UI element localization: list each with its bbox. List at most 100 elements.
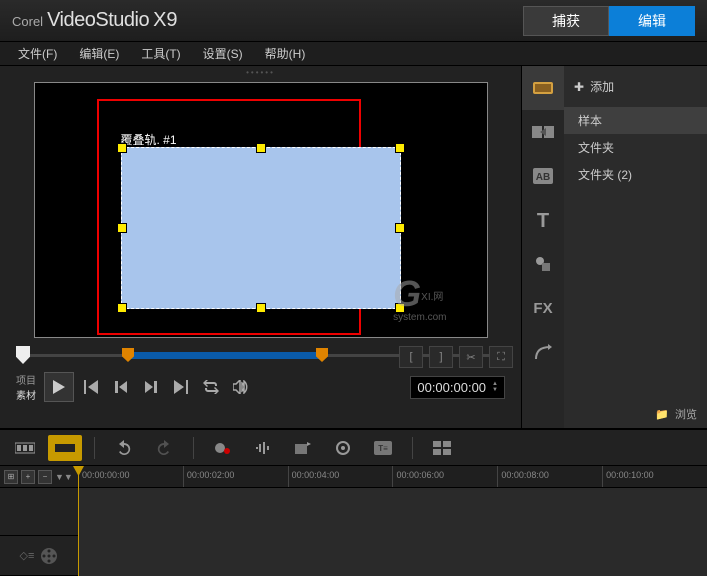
ruler-ticks: 00:00:00:00 00:00:02:00 00:00:04:00 00:0… xyxy=(78,466,707,487)
tab-edit[interactable]: 编辑 xyxy=(609,6,695,36)
next-frame-button[interactable] xyxy=(138,374,164,400)
browse-label: 浏览 xyxy=(675,406,697,422)
chevron-down-icon[interactable]: ▼▼ xyxy=(55,472,73,482)
timeline-view-button[interactable] xyxy=(48,435,82,461)
film-reel-icon xyxy=(40,547,58,565)
timecode-display[interactable]: 00:00:00:00 ▲ ▼ xyxy=(410,376,505,399)
motion-track-button[interactable] xyxy=(326,435,360,461)
main-area: •••••• 覆叠轨. #1 GXI.网system.com xyxy=(0,66,707,428)
scrub-thumb[interactable] xyxy=(16,346,30,364)
timecode-value: 00:00:00:00 xyxy=(417,380,486,395)
prev-frame-button[interactable] xyxy=(108,374,134,400)
expand-button[interactable]: ⛶ xyxy=(489,346,513,368)
ruler-head: ⊞ + − ▼▼ xyxy=(0,466,78,487)
category-title-icon[interactable]: AB xyxy=(522,154,564,198)
resize-handle-ne[interactable] xyxy=(395,143,405,153)
menubar: 文件(F) 编辑(E) 工具(T) 设置(S) 帮助(H) xyxy=(0,42,707,66)
track-toggle-icon[interactable]: ◇≡ xyxy=(20,549,35,562)
transport-bar: 项目 素材 00: xyxy=(8,368,513,406)
resize-handle-e[interactable] xyxy=(395,223,405,233)
mark-out-button[interactable]: ] xyxy=(429,346,453,368)
resize-handle-sw[interactable] xyxy=(117,303,127,313)
preview-pane: •••••• 覆叠轨. #1 GXI.网system.com xyxy=(0,66,521,428)
timeline-area: T≡ ⊞ + − ▼▼ 00:00:00:00 00:00:02:00 00:0… xyxy=(0,428,707,574)
record-button[interactable] xyxy=(206,435,240,461)
redo-button[interactable] xyxy=(147,435,181,461)
timecode-down[interactable]: ▼ xyxy=(492,387,498,393)
mode-clip[interactable]: 素材 xyxy=(16,387,36,402)
preview-tools: [ ] ✂ ⛶ xyxy=(399,346,513,368)
multicam-button[interactable] xyxy=(425,435,459,461)
menu-settings[interactable]: 设置(S) xyxy=(193,43,253,64)
overlay-track-header[interactable]: ◇≡ xyxy=(0,536,78,576)
overlay-clip[interactable] xyxy=(121,147,401,309)
resize-handle-w[interactable] xyxy=(117,223,127,233)
tick: 00:00:08:00 xyxy=(497,466,602,487)
grip-dots: •••••• xyxy=(246,68,275,77)
track-lanes[interactable] xyxy=(78,488,707,576)
home-button[interactable] xyxy=(78,374,104,400)
transport-mode[interactable]: 项目 素材 xyxy=(16,372,36,402)
add-folder-button[interactable]: ✚ 添加 xyxy=(564,74,707,99)
separator xyxy=(94,437,95,459)
category-filter-icon[interactable]: FX xyxy=(522,286,564,330)
browse-button[interactable]: 📁 浏览 xyxy=(655,406,697,422)
menu-file[interactable]: 文件(F) xyxy=(8,43,67,64)
plus-icon: ✚ xyxy=(574,80,584,94)
mode-project[interactable]: 项目 xyxy=(16,372,36,387)
tick: 00:00:02:00 xyxy=(183,466,288,487)
brand: Corel VideoStudio X9 xyxy=(12,9,178,32)
category-graphic-icon[interactable] xyxy=(522,242,564,286)
track-headers: ◇≡ xyxy=(0,488,78,576)
folder-icon: 📁 xyxy=(655,408,669,421)
folder-item-2[interactable]: 文件夹 (2) xyxy=(564,161,707,188)
library-content: ✚ 添加 样本 文件夹 文件夹 (2) 📁 浏览 xyxy=(564,66,707,428)
split-button[interactable]: ✂ xyxy=(459,346,483,368)
resize-handle-nw[interactable] xyxy=(117,143,127,153)
mark-in-handle[interactable] xyxy=(122,348,134,362)
remove-track-button[interactable]: − xyxy=(38,470,52,484)
resize-handle-n[interactable] xyxy=(256,143,266,153)
mode-tabs: 捕获 编辑 xyxy=(523,6,695,36)
video-track-header[interactable] xyxy=(0,488,78,536)
menu-edit[interactable]: 编辑(E) xyxy=(69,43,129,64)
scrub-range[interactable] xyxy=(126,352,322,359)
titlebar: Corel VideoStudio X9 捕获 编辑 xyxy=(0,0,707,42)
mark-in-button[interactable]: [ xyxy=(399,346,423,368)
svg-text:T≡: T≡ xyxy=(378,444,388,453)
end-button[interactable] xyxy=(168,374,194,400)
timeline-ruler[interactable]: ⊞ + − ▼▼ 00:00:00:00 00:00:02:00 00:00:0… xyxy=(0,466,707,488)
separator xyxy=(193,437,194,459)
overlay-track-label: 覆叠轨. #1 xyxy=(121,131,177,148)
folder-item-1[interactable]: 文件夹 xyxy=(564,134,707,161)
category-media-icon[interactable] xyxy=(522,66,564,110)
audio-mixer-button[interactable] xyxy=(246,435,280,461)
toggle-all-tracks[interactable]: ⊞ xyxy=(4,470,18,484)
play-button[interactable] xyxy=(44,372,74,402)
tab-capture[interactable]: 捕获 xyxy=(523,6,609,36)
subtitle-button[interactable]: T≡ xyxy=(366,435,400,461)
preview-canvas[interactable]: 覆叠轨. #1 GXI.网system.com xyxy=(34,82,488,338)
undo-button[interactable] xyxy=(107,435,141,461)
category-text-icon[interactable]: T xyxy=(522,198,564,242)
auto-music-button[interactable] xyxy=(286,435,320,461)
library-category-strip: AB T FX xyxy=(522,66,564,428)
timeline-toolbar: T≡ xyxy=(0,430,707,466)
add-track-button[interactable]: + xyxy=(21,470,35,484)
watermark: GXI.网system.com xyxy=(393,273,446,329)
category-path-icon[interactable] xyxy=(522,330,564,374)
volume-button[interactable] xyxy=(228,374,254,400)
brand-corel: Corel xyxy=(12,14,43,29)
repeat-button[interactable] xyxy=(198,374,224,400)
add-label: 添加 xyxy=(590,78,614,95)
menu-tool[interactable]: 工具(T) xyxy=(131,43,190,64)
menu-help[interactable]: 帮助(H) xyxy=(255,43,316,64)
playhead[interactable] xyxy=(78,466,79,576)
resize-handle-s[interactable] xyxy=(256,303,266,313)
tick: 00:00:04:00 xyxy=(288,466,393,487)
folder-item-sample[interactable]: 样本 xyxy=(564,107,707,134)
category-transition-icon[interactable] xyxy=(522,110,564,154)
tick: 00:00:06:00 xyxy=(392,466,497,487)
storyboard-view-button[interactable] xyxy=(8,435,42,461)
mark-out-handle[interactable] xyxy=(316,348,328,362)
